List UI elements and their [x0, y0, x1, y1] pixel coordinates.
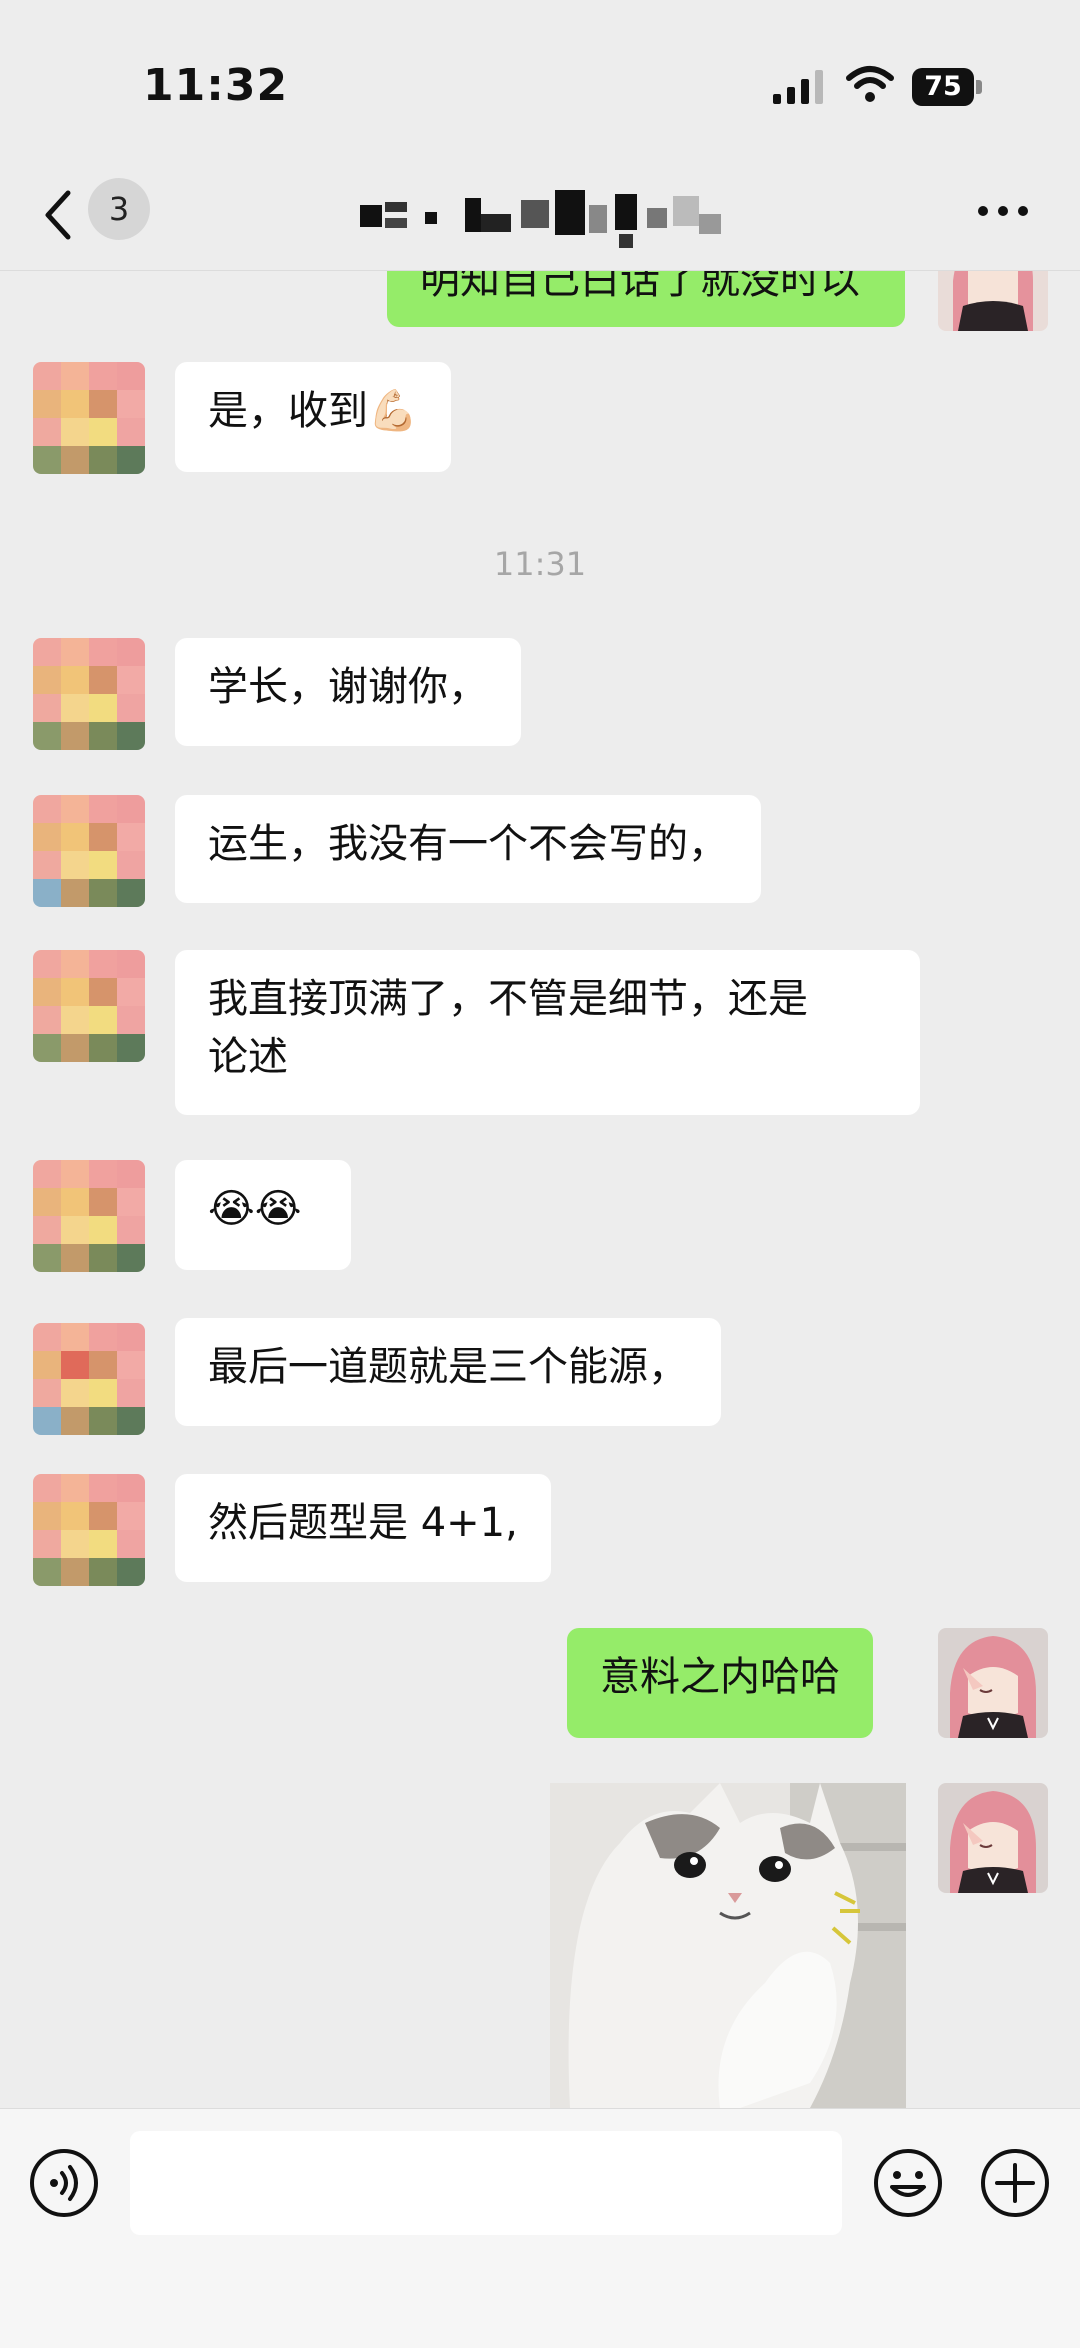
contact-avatar[interactable] [33, 362, 145, 474]
message-bubble-received[interactable]: 然后题型是 4+1, [175, 1474, 551, 1582]
message-bubble-received[interactable]: 学长，谢谢你， [175, 638, 521, 746]
contact-avatar[interactable] [33, 638, 145, 750]
chevron-left-icon[interactable] [40, 185, 80, 245]
message-bubble-sent[interactable]: 明知自己白话了就没时以 [387, 271, 905, 327]
message-bubble-sent[interactable]: 意料之内哈哈 [567, 1628, 873, 1738]
battery-indicator: 75 [912, 68, 982, 106]
contact-avatar[interactable] [33, 1474, 145, 1586]
message-input[interactable] [130, 2131, 842, 2235]
more-dots-icon[interactable] [975, 196, 1031, 226]
input-bar [0, 2108, 1080, 2348]
contact-avatar[interactable] [33, 1160, 145, 1272]
message-bubble-received[interactable]: 我直接顶满了，不管是细节，还是 论述 [175, 950, 920, 1115]
contact-avatar[interactable] [33, 1323, 145, 1435]
wifi-icon [846, 66, 894, 102]
message-bubble-received[interactable]: 是，收到💪🏻 [175, 362, 451, 472]
chat-title [360, 190, 721, 248]
plus-icon[interactable] [979, 2147, 1051, 2219]
message-bubble-received[interactable]: 运生，我没有一个不会写的， [175, 795, 761, 903]
signal-icon [773, 70, 823, 104]
message-line: 我直接顶满了，不管是细节，还是 [208, 976, 808, 1022]
battery-level: 75 [912, 68, 974, 106]
emoji-icon[interactable] [872, 2147, 944, 2219]
my-avatar[interactable] [938, 1783, 1048, 1893]
partial-message-row: 明知自己白话了就没时以 [0, 271, 1080, 331]
status-time: 11:32 [143, 60, 289, 111]
message-line: 论述 [208, 1034, 288, 1080]
my-avatar[interactable] [938, 271, 1048, 331]
message-bubble-received[interactable]: 最后一道题就是三个能源， [175, 1318, 721, 1426]
voice-icon[interactable] [28, 2147, 100, 2219]
status-bar: 11:32 75 [0, 0, 1080, 170]
my-avatar[interactable] [938, 1628, 1048, 1738]
unread-count-badge[interactable]: 3 [88, 178, 150, 240]
cat-image-message[interactable] [550, 1783, 906, 2108]
message-timestamp: 11:31 [493, 545, 587, 583]
message-bubble-received[interactable]: 😭😭 [175, 1160, 351, 1270]
contact-avatar[interactable] [33, 950, 145, 1062]
contact-avatar[interactable] [33, 795, 145, 907]
